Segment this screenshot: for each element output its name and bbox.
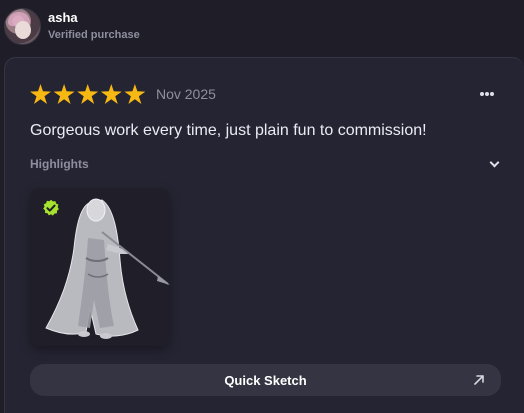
review-card: Nov 2025 Gorgeous work every time, just … bbox=[4, 57, 524, 413]
rating-row: Nov 2025 bbox=[30, 84, 216, 104]
more-horizontal-icon-dot bbox=[485, 92, 489, 96]
review-image-thumbnail[interactable] bbox=[30, 188, 170, 346]
reviewer-name[interactable]: asha bbox=[48, 10, 140, 26]
arrow-up-right-icon bbox=[474, 375, 484, 385]
avatar-face bbox=[15, 21, 31, 39]
verified-check-icon bbox=[43, 199, 59, 216]
star-icon bbox=[30, 84, 51, 104]
star-rating bbox=[30, 84, 148, 104]
avatar[interactable] bbox=[4, 8, 41, 45]
quick-sketch-button[interactable]: Quick Sketch bbox=[30, 364, 501, 396]
highlights-label: Highlights bbox=[30, 157, 89, 171]
star-icon bbox=[100, 84, 122, 104]
star-icon bbox=[77, 84, 99, 104]
star-icon bbox=[53, 84, 75, 104]
review-text: Gorgeous work every time, just plain fun… bbox=[30, 122, 427, 139]
chevron-down-icon[interactable] bbox=[489, 157, 500, 167]
more-horizontal-icon-dot bbox=[490, 92, 494, 96]
reviewer-header: asha Verified purchase bbox=[4, 8, 140, 45]
verified-purchase-label: Verified purchase bbox=[48, 29, 140, 41]
more-options-button[interactable] bbox=[477, 88, 497, 100]
quick-sketch-label: Quick Sketch bbox=[224, 372, 307, 388]
review-page: asha Verified purchase Nov 2025 Gorgeous… bbox=[0, 0, 524, 413]
more-horizontal-icon-dot bbox=[480, 92, 484, 96]
review-date: Nov 2025 bbox=[155, 86, 216, 102]
star-icon bbox=[124, 84, 146, 104]
highlights-toggle[interactable]: Highlights bbox=[30, 155, 502, 173]
reviewer-info: asha Verified purchase bbox=[48, 10, 140, 43]
